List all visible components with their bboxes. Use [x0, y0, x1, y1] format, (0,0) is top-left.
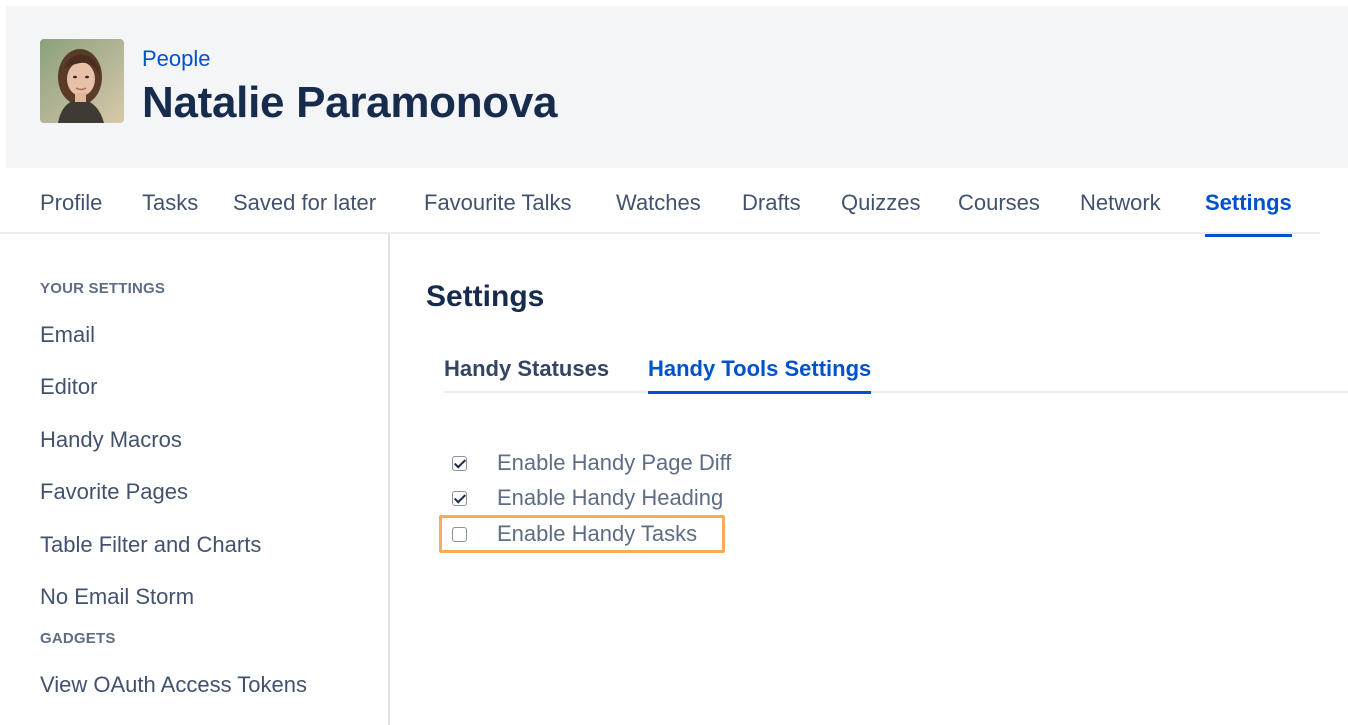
handy-page-diff-checkbox[interactable]: [452, 455, 467, 471]
settings-title: Settings: [426, 280, 545, 313]
tab-saved-for-later[interactable]: Saved for later: [233, 190, 376, 216]
tab-tasks[interactable]: Tasks: [142, 190, 198, 216]
tab-quizzes[interactable]: Quizzes: [841, 190, 920, 216]
page-title: Natalie Paramonova: [142, 78, 558, 127]
option-handy-page-diff: Enable Handy Page Diff: [452, 447, 731, 479]
breadcrumb-people[interactable]: People: [142, 46, 211, 72]
settings-sidebar: YOUR SETTINGS Email Editor Handy Macros …: [0, 234, 390, 725]
sidebar-item-view-oauth-access-tokens[interactable]: View OAuth Access Tokens: [40, 672, 307, 698]
option-handy-heading: Enable Handy Heading: [452, 482, 723, 514]
tab-watches[interactable]: Watches: [616, 190, 701, 216]
sidebar-section-gadgets: GADGETS: [40, 630, 116, 647]
tab-network[interactable]: Network: [1080, 190, 1161, 216]
tab-settings[interactable]: Settings: [1205, 190, 1292, 237]
sidebar-section-your-settings: YOUR SETTINGS: [40, 280, 166, 297]
sidebar-item-handy-macros[interactable]: Handy Macros: [40, 427, 182, 453]
sidebar-item-favorite-pages[interactable]: Favorite Pages: [40, 479, 188, 505]
sidebar-item-editor[interactable]: Editor: [40, 374, 97, 400]
tab-drafts[interactable]: Drafts: [742, 190, 801, 216]
sidebar-item-table-filter-and-charts[interactable]: Table Filter and Charts: [40, 532, 261, 558]
subtab-handy-statuses[interactable]: Handy Statuses: [444, 356, 609, 382]
settings-subtabs: Handy Statuses Handy Tools Settings: [444, 346, 1348, 394]
subtab-handy-tools-settings[interactable]: Handy Tools Settings: [648, 356, 872, 394]
highlight-box: [439, 515, 725, 553]
handy-heading-checkbox[interactable]: [452, 490, 467, 506]
tab-courses[interactable]: Courses: [958, 190, 1040, 216]
tab-favourite-talks[interactable]: Favourite Talks: [424, 190, 572, 216]
page-header: People Natalie Paramonova: [6, 6, 1348, 168]
handy-page-diff-label: Enable Handy Page Diff: [497, 450, 732, 475]
handy-heading-label: Enable Handy Heading: [497, 485, 724, 510]
avatar[interactable]: [40, 39, 124, 123]
sidebar-item-no-email-storm[interactable]: No Email Storm: [40, 584, 194, 610]
profile-tabs: Profile Tasks Saved for later Favourite …: [0, 168, 1320, 237]
tab-profile[interactable]: Profile: [40, 190, 102, 216]
sidebar-item-email[interactable]: Email: [40, 322, 95, 348]
